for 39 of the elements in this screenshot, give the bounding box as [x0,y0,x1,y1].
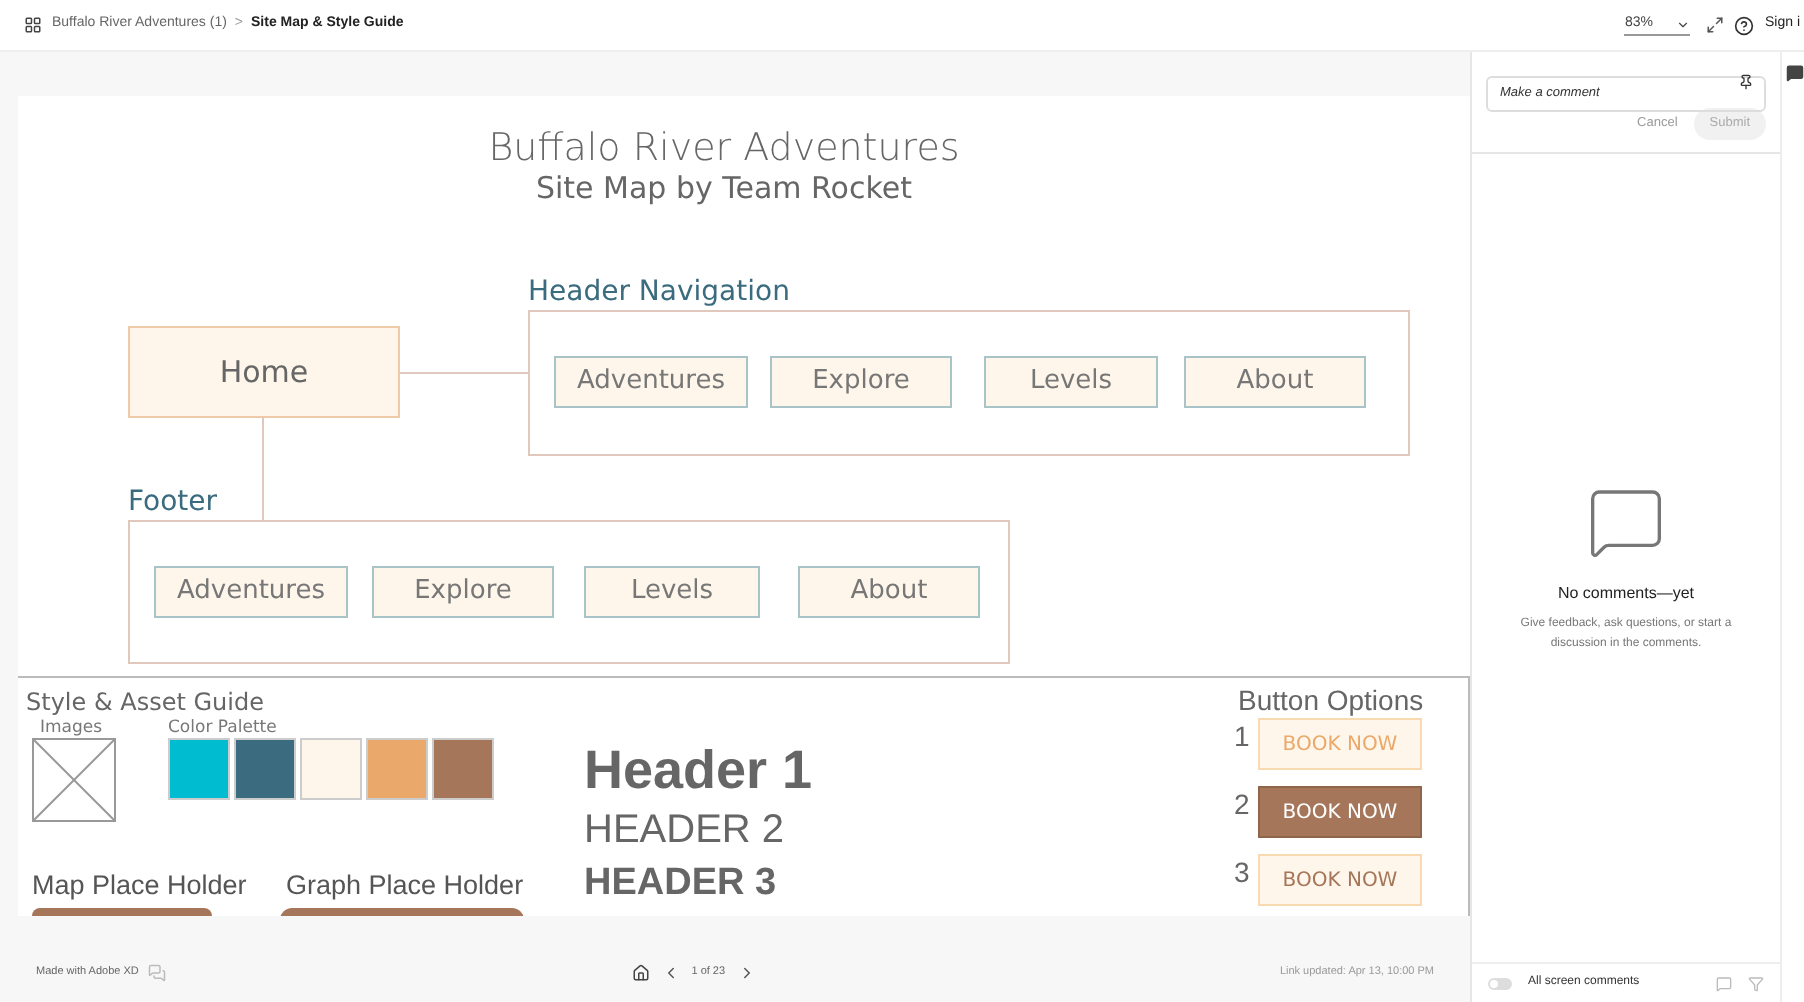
book-now-sample: BOOK NOW [1258,786,1422,838]
header-sample: Header 1 [584,744,813,798]
nav-node: About [798,566,980,618]
header-sample: HEADER 3 [584,864,777,902]
option-number: 2 [1234,786,1250,824]
nav-node: Explore [372,566,554,618]
pin-icon[interactable] [1738,74,1754,90]
site-subtitle: Site Map by Team Rocket [533,168,914,210]
nav-node: Explore [770,356,952,408]
home-icon[interactable] [631,964,650,982]
comments-tab-icon[interactable] [1786,64,1804,82]
chat-icon [148,964,167,982]
section-label: Header Navigation [528,274,790,312]
image-placeholder-icon [32,738,116,822]
section-label: Map Place Holder [32,868,247,904]
nav-node: Adventures [154,566,348,618]
toggle-switch[interactable] [1488,977,1512,989]
grid-icon[interactable] [24,16,42,34]
help-icon[interactable] [1734,15,1755,35]
section-label: Images [40,716,103,742]
chevron-down-icon[interactable] [1676,17,1691,31]
nav-node: Adventures [554,356,748,408]
nav-node: Levels [584,566,760,618]
site-title: Buffalo River Adventures [486,124,962,174]
expand-icon[interactable] [1706,16,1725,34]
nav-node: About [1184,356,1366,408]
section-label: Graph Place Holder [286,868,524,904]
book-now-sample: BOOK NOW [1258,718,1422,770]
section-label: Style & Asset Guide [26,686,264,719]
section-label: Footer [128,484,218,522]
book-now-sample: BOOK NOW [1258,854,1422,906]
option-number: 1 [1234,718,1250,756]
section-label: Button Options [1238,682,1424,720]
section-label: Color Palette [168,716,277,742]
empty-title: No comments—yet [1557,582,1695,606]
nav-node: Levels [984,356,1158,408]
header-sample: HEADER 2 [584,810,785,850]
home-node: Home [128,326,400,418]
option-number: 3 [1234,854,1250,892]
